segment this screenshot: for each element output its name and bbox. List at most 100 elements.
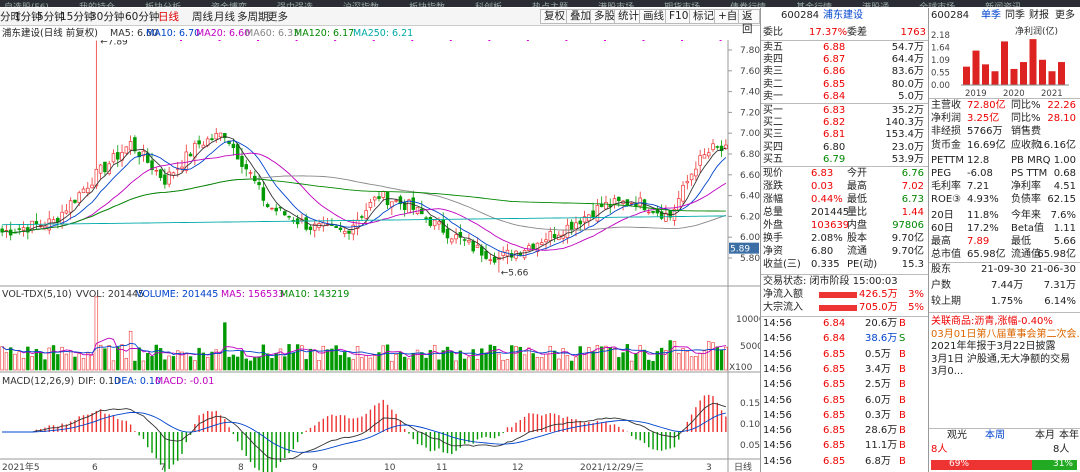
candle-body <box>257 182 261 186</box>
topnav-item[interactable]: 热点主题 <box>528 4 568 8</box>
topnav-item[interactable]: 债券行情 <box>726 4 766 8</box>
period-8[interactable]: 月线 <box>214 10 235 24</box>
candle-body <box>342 230 347 234</box>
topnav-item[interactable]: 资金博弈 <box>207 4 247 8</box>
candle-body <box>702 154 707 159</box>
candle-body <box>638 197 642 207</box>
stock-header: 600284 浦东建设 <box>761 10 928 22</box>
candle-body <box>64 210 69 214</box>
candle-body <box>73 199 77 203</box>
fin-label: 净利率 <box>1011 181 1041 193</box>
candle-body <box>407 199 411 214</box>
vol-bar <box>253 357 257 371</box>
quote-value: 9.70亿 <box>891 246 924 257</box>
topnav-item[interactable]: 科创板 <box>471 4 502 8</box>
topnav-item[interactable]: 基金行情 <box>792 4 832 8</box>
f10-code: 600284 <box>931 10 970 21</box>
candle-body <box>308 226 313 231</box>
candle-body <box>283 211 287 216</box>
book-price: 6.83 <box>823 105 846 116</box>
tick-price: 6.84 <box>823 318 846 329</box>
candle-body <box>81 188 86 194</box>
candle-body <box>68 200 73 213</box>
topnav-item[interactable]: 全球市场 <box>915 4 955 8</box>
quote-value: 6.73 <box>901 194 924 205</box>
toolbar-btn-0[interactable]: 复权 <box>540 9 569 24</box>
candle-body <box>248 172 253 174</box>
topnav-item[interactable]: 板块指数 <box>405 4 445 8</box>
topnav-item[interactable]: 港股市场 <box>594 4 634 8</box>
topnav-item[interactable]: 强中强选 <box>273 4 313 8</box>
candle-body <box>197 140 201 145</box>
kline-chart[interactable]: 7.80 7.60 7.40 7.20 7.00 6.80 6.60 6.40 6.20 6.00… <box>0 40 760 472</box>
period-6[interactable]: 日线 <box>158 10 179 24</box>
topnav-item[interactable]: 沪深指数 <box>339 4 379 8</box>
chart-title: 浦东建设(日线 前复权) <box>2 28 98 39</box>
signal-dot <box>411 40 414 41</box>
period-7[interactable]: 周线 <box>192 10 213 24</box>
period-10[interactable]: 更多 <box>267 10 288 24</box>
topnav-item[interactable]: 我的持仓 <box>75 4 115 8</box>
candle-body <box>604 202 608 210</box>
quote-label: 总量 <box>763 207 783 218</box>
flow-label: 净流入额 <box>763 289 803 300</box>
vol-bar <box>4 352 9 371</box>
vol-bar <box>146 353 150 371</box>
period-4[interactable]: 30分钟 <box>90 10 124 24</box>
vol-bar <box>694 355 698 371</box>
candle-body <box>432 219 437 227</box>
fund-flow-row: 净流入额 426.5万 3% <box>761 289 928 301</box>
profit-bar <box>963 66 970 85</box>
candle-body <box>445 228 450 239</box>
profit-bar <box>1039 59 1046 85</box>
vol-bar <box>30 356 34 371</box>
fin-value: 1.00 <box>1053 154 1076 166</box>
sentiment-red <box>931 460 1032 470</box>
vol-bar <box>668 340 672 371</box>
vol-bar <box>90 354 94 371</box>
candle-body <box>565 224 570 239</box>
topnav-item[interactable]: 自选股(F6) <box>0 4 49 8</box>
fin-value: 28.10 <box>1047 113 1076 125</box>
book-vol: 140.3万 <box>885 117 924 129</box>
profit-bar <box>982 64 989 85</box>
candle-body <box>394 200 398 202</box>
quote-value: 97806 <box>892 220 924 231</box>
weicha-label: 委差 <box>847 27 867 38</box>
toolbar-btn-8[interactable]: 返回 <box>738 9 760 35</box>
period-9[interactable]: 多周期 <box>237 10 269 24</box>
vol-tick: 5000 <box>740 342 760 352</box>
vol-bar <box>672 341 677 371</box>
toolbar-btn-4[interactable]: 画线 <box>639 9 668 24</box>
topnav-item[interactable]: 板块分析 <box>141 4 181 8</box>
date-tick: 2021年5 <box>2 461 40 472</box>
tick-dir: B <box>899 455 906 467</box>
chart-y-tick: 1.09 <box>931 56 950 66</box>
fin-value: 11.8% <box>967 209 999 221</box>
period-5[interactable]: 60分钟 <box>125 10 159 24</box>
vol-bar <box>201 352 206 371</box>
vol-bar <box>471 349 475 371</box>
order-book-row: 买五 6.79 53.9万 <box>761 154 928 166</box>
vol-bar <box>454 360 458 371</box>
topnav-item[interactable]: 港股通 <box>858 4 889 8</box>
vol-vvol: VVOL: 201445 <box>76 289 144 300</box>
fin-value: 7.6% <box>1050 209 1076 221</box>
topnav-item[interactable]: 新闻资讯 <box>981 4 1021 8</box>
candle-body <box>231 143 236 149</box>
order-book-row: 卖一 6.84 5.0万 <box>761 91 928 103</box>
fin-label: Beta值 <box>1011 222 1045 234</box>
candle-body <box>531 243 535 250</box>
pct-right: 31% <box>1052 459 1073 469</box>
stock-name: 浦东建设 <box>823 10 863 21</box>
fin-value: 1.11 <box>1053 222 1076 234</box>
candle-body <box>124 146 129 154</box>
order-book-row: 买二 6.82 140.3万 <box>761 117 928 129</box>
candle-body <box>180 166 184 169</box>
price-tick: 6.40 <box>740 192 760 202</box>
news-row: 03月01日第八届董事会第二次会... <box>929 329 1080 341</box>
topnav-item[interactable]: 期货市场 <box>660 4 700 8</box>
tick-time: 14:56 <box>763 440 792 452</box>
vol-bar <box>86 352 90 371</box>
candle-body <box>681 184 685 202</box>
